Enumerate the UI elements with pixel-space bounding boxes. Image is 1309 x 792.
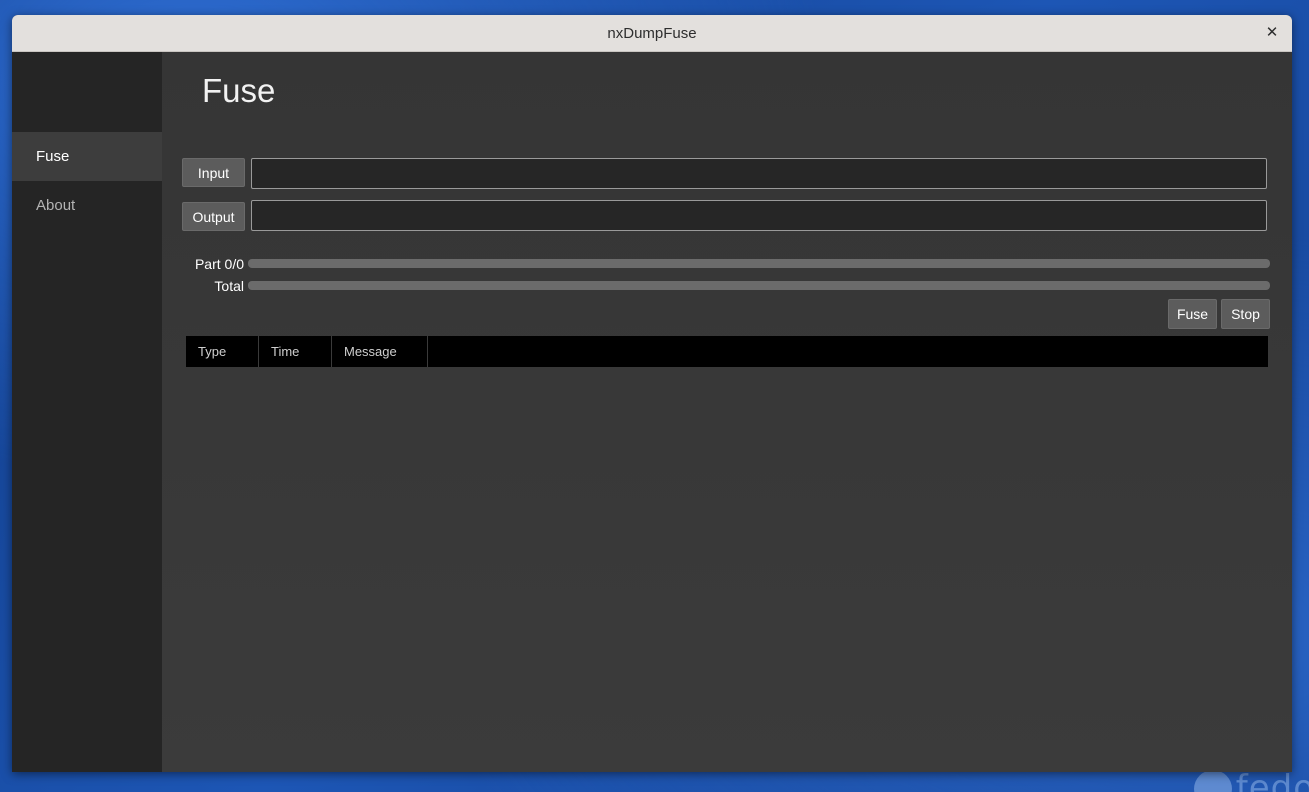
- output-path-field[interactable]: [251, 200, 1267, 231]
- page-title: Fuse: [202, 72, 276, 109]
- column-header-message[interactable]: Message: [332, 336, 428, 367]
- column-header-type[interactable]: Type: [186, 336, 259, 367]
- stop-button[interactable]: Stop: [1221, 299, 1270, 329]
- sidebar-item-label: Fuse: [36, 148, 70, 165]
- title-bar[interactable]: nxDumpFuse ✕: [12, 15, 1292, 52]
- main-content: Fuse Input Output Part 0/0 Total Fuse St…: [162, 52, 1292, 772]
- column-header-time[interactable]: Time: [259, 336, 332, 367]
- input-path-field[interactable]: [251, 158, 1267, 189]
- part-progress-bar: [248, 259, 1270, 268]
- fedora-logo-mark: [1193, 770, 1232, 792]
- output-browse-button[interactable]: Output: [182, 202, 245, 231]
- close-icon: ✕: [1265, 24, 1279, 41]
- total-progress-label: Total: [214, 278, 244, 294]
- sidebar-item-fuse[interactable]: Fuse: [12, 132, 162, 181]
- log-table-body[interactable]: [186, 367, 1268, 757]
- fuse-button[interactable]: Fuse: [1168, 299, 1217, 329]
- part-progress-label: Part 0/0: [194, 256, 244, 272]
- sidebar: Fuse About: [12, 52, 162, 772]
- sidebar-item-about[interactable]: About: [12, 181, 162, 230]
- sidebar-item-label: About: [36, 197, 76, 214]
- input-browse-button[interactable]: Input: [182, 158, 245, 187]
- app-window: nxDumpFuse ✕ Fuse About Fuse Input Outpu…: [12, 15, 1292, 772]
- log-table-header: Type Time Message: [186, 336, 1268, 367]
- close-button[interactable]: ✕: [1262, 23, 1282, 43]
- total-progress-bar: [248, 281, 1270, 290]
- window-title: nxDumpFuse: [607, 24, 697, 42]
